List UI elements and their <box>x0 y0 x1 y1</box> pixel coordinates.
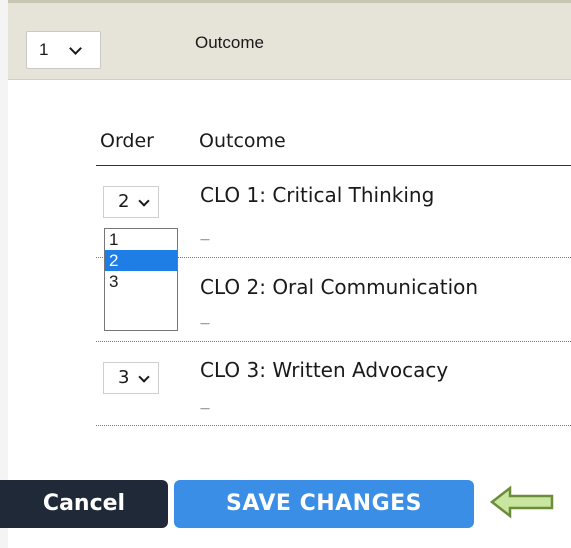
left-arrow-icon <box>490 485 554 519</box>
row-2-description: ---- <box>200 319 210 329</box>
save-changes-button[interactable]: SAVE CHANGES <box>174 480 474 528</box>
dropdown-option-3[interactable]: 3 <box>105 271 177 292</box>
column-header-order: Order <box>100 130 154 152</box>
cancel-button[interactable]: Cancel <box>0 480 168 528</box>
row-3-order-value: 3 <box>118 367 130 388</box>
header-outcome-label: Outcome <box>195 33 264 52</box>
row-divider <box>96 425 571 426</box>
row-3-title: CLO 3: Written Advocacy <box>200 358 449 382</box>
row-1-order-select[interactable]: 2 <box>103 186 159 218</box>
dropdown-option-2[interactable]: 2 <box>105 250 177 271</box>
row-1-title: CLO 1: Critical Thinking <box>200 183 435 207</box>
header-select-value: 1 <box>39 40 49 59</box>
header-bar: 1 Outcome <box>8 0 571 80</box>
chevron-down-icon <box>138 371 150 383</box>
row-1-description: ---- <box>200 235 210 245</box>
order-dropdown-list: 1 2 3 <box>104 228 178 331</box>
dropdown-option-1[interactable]: 1 <box>105 229 177 250</box>
row-3-order-select[interactable]: 3 <box>103 362 159 394</box>
row-divider <box>96 341 571 342</box>
left-strip <box>0 0 8 548</box>
row-3-description: ---- <box>200 404 210 414</box>
row-2-title: CLO 2: Oral Communication <box>200 275 479 299</box>
chevron-down-icon <box>138 195 150 207</box>
column-header-outcome: Outcome <box>199 130 286 152</box>
row-1-order-value: 2 <box>118 191 130 212</box>
header-divider <box>96 165 571 166</box>
header-order-select[interactable]: 1 <box>26 31 101 69</box>
chevron-down-icon <box>69 42 82 55</box>
